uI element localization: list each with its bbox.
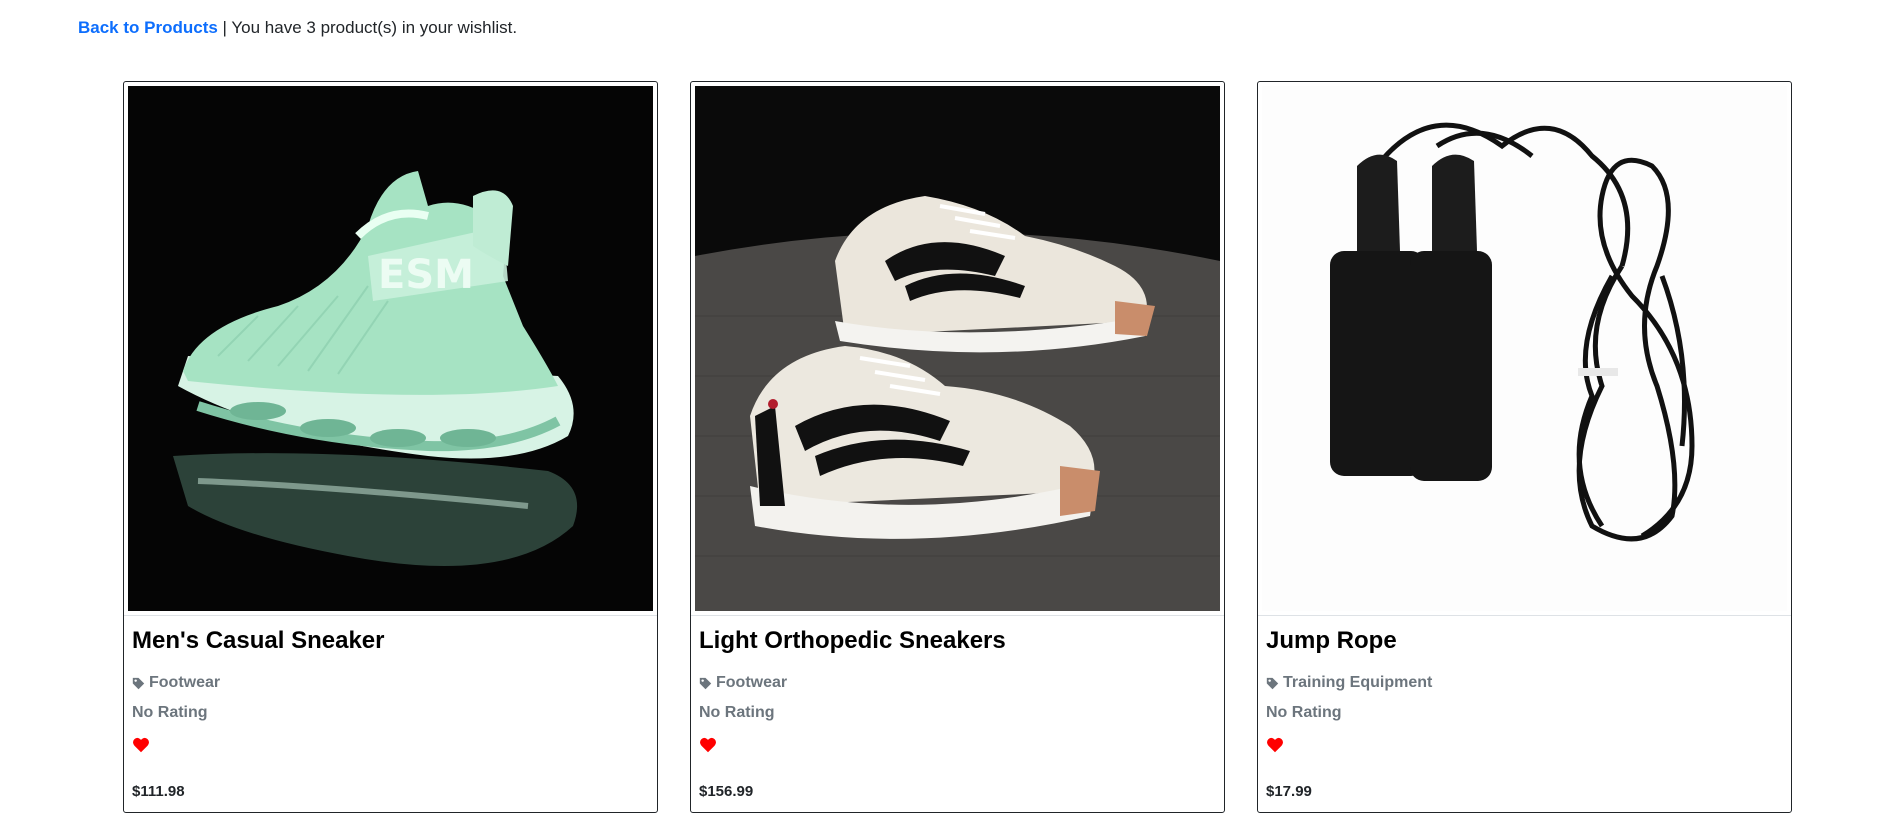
product-image[interactable] [695,86,1220,611]
product-category: Training Equipment [1266,674,1432,692]
tag-icon [132,677,145,689]
heart-icon[interactable] [699,737,717,753]
product-price: $111.98 [132,783,185,800]
product-title[interactable]: Light Orthopedic Sneakers [699,627,1006,655]
header-separator: | [222,18,227,37]
product-category-label: Training Equipment [1283,674,1433,691]
svg-text:ESM: ESM [378,252,474,298]
product-card[interactable]: ESM Men's Casual Sneaker Footwear No Rat… [123,81,658,813]
tag-icon [1266,677,1279,689]
image-divider [1258,615,1791,616]
product-title[interactable]: Jump Rope [1266,627,1397,655]
product-price: $156.99 [699,783,754,800]
product-category-label: Footwear [149,674,221,691]
tag-icon [699,677,712,689]
product-rating: No Rating [699,704,775,721]
wishlist-count-text: You have 3 product(s) in your wishlist. [231,18,518,37]
product-category: Footwear [699,674,787,692]
product-category: Footwear [132,674,220,692]
image-divider [124,615,657,616]
wishlist-grid: ESM Men's Casual Sneaker Footwear No Rat… [123,81,1795,813]
heart-icon[interactable] [132,737,150,753]
product-title[interactable]: Men's Casual Sneaker [132,627,385,655]
product-price: $17.99 [1266,783,1312,800]
image-divider [691,615,1224,616]
wishlist-header: Back to Products | You have 3 product(s)… [78,18,517,38]
product-rating: No Rating [132,704,208,721]
heart-icon[interactable] [1266,737,1284,753]
product-rating: No Rating [1266,704,1342,721]
product-image[interactable]: ESM [128,86,653,611]
product-card[interactable]: Jump Rope Training Equipment No Rating $… [1257,81,1792,813]
product-image[interactable] [1262,86,1787,611]
product-card[interactable]: Light Orthopedic Sneakers Footwear No Ra… [690,81,1225,813]
product-category-label: Footwear [716,674,788,691]
back-to-products-link[interactable]: Back to Products [78,18,218,37]
